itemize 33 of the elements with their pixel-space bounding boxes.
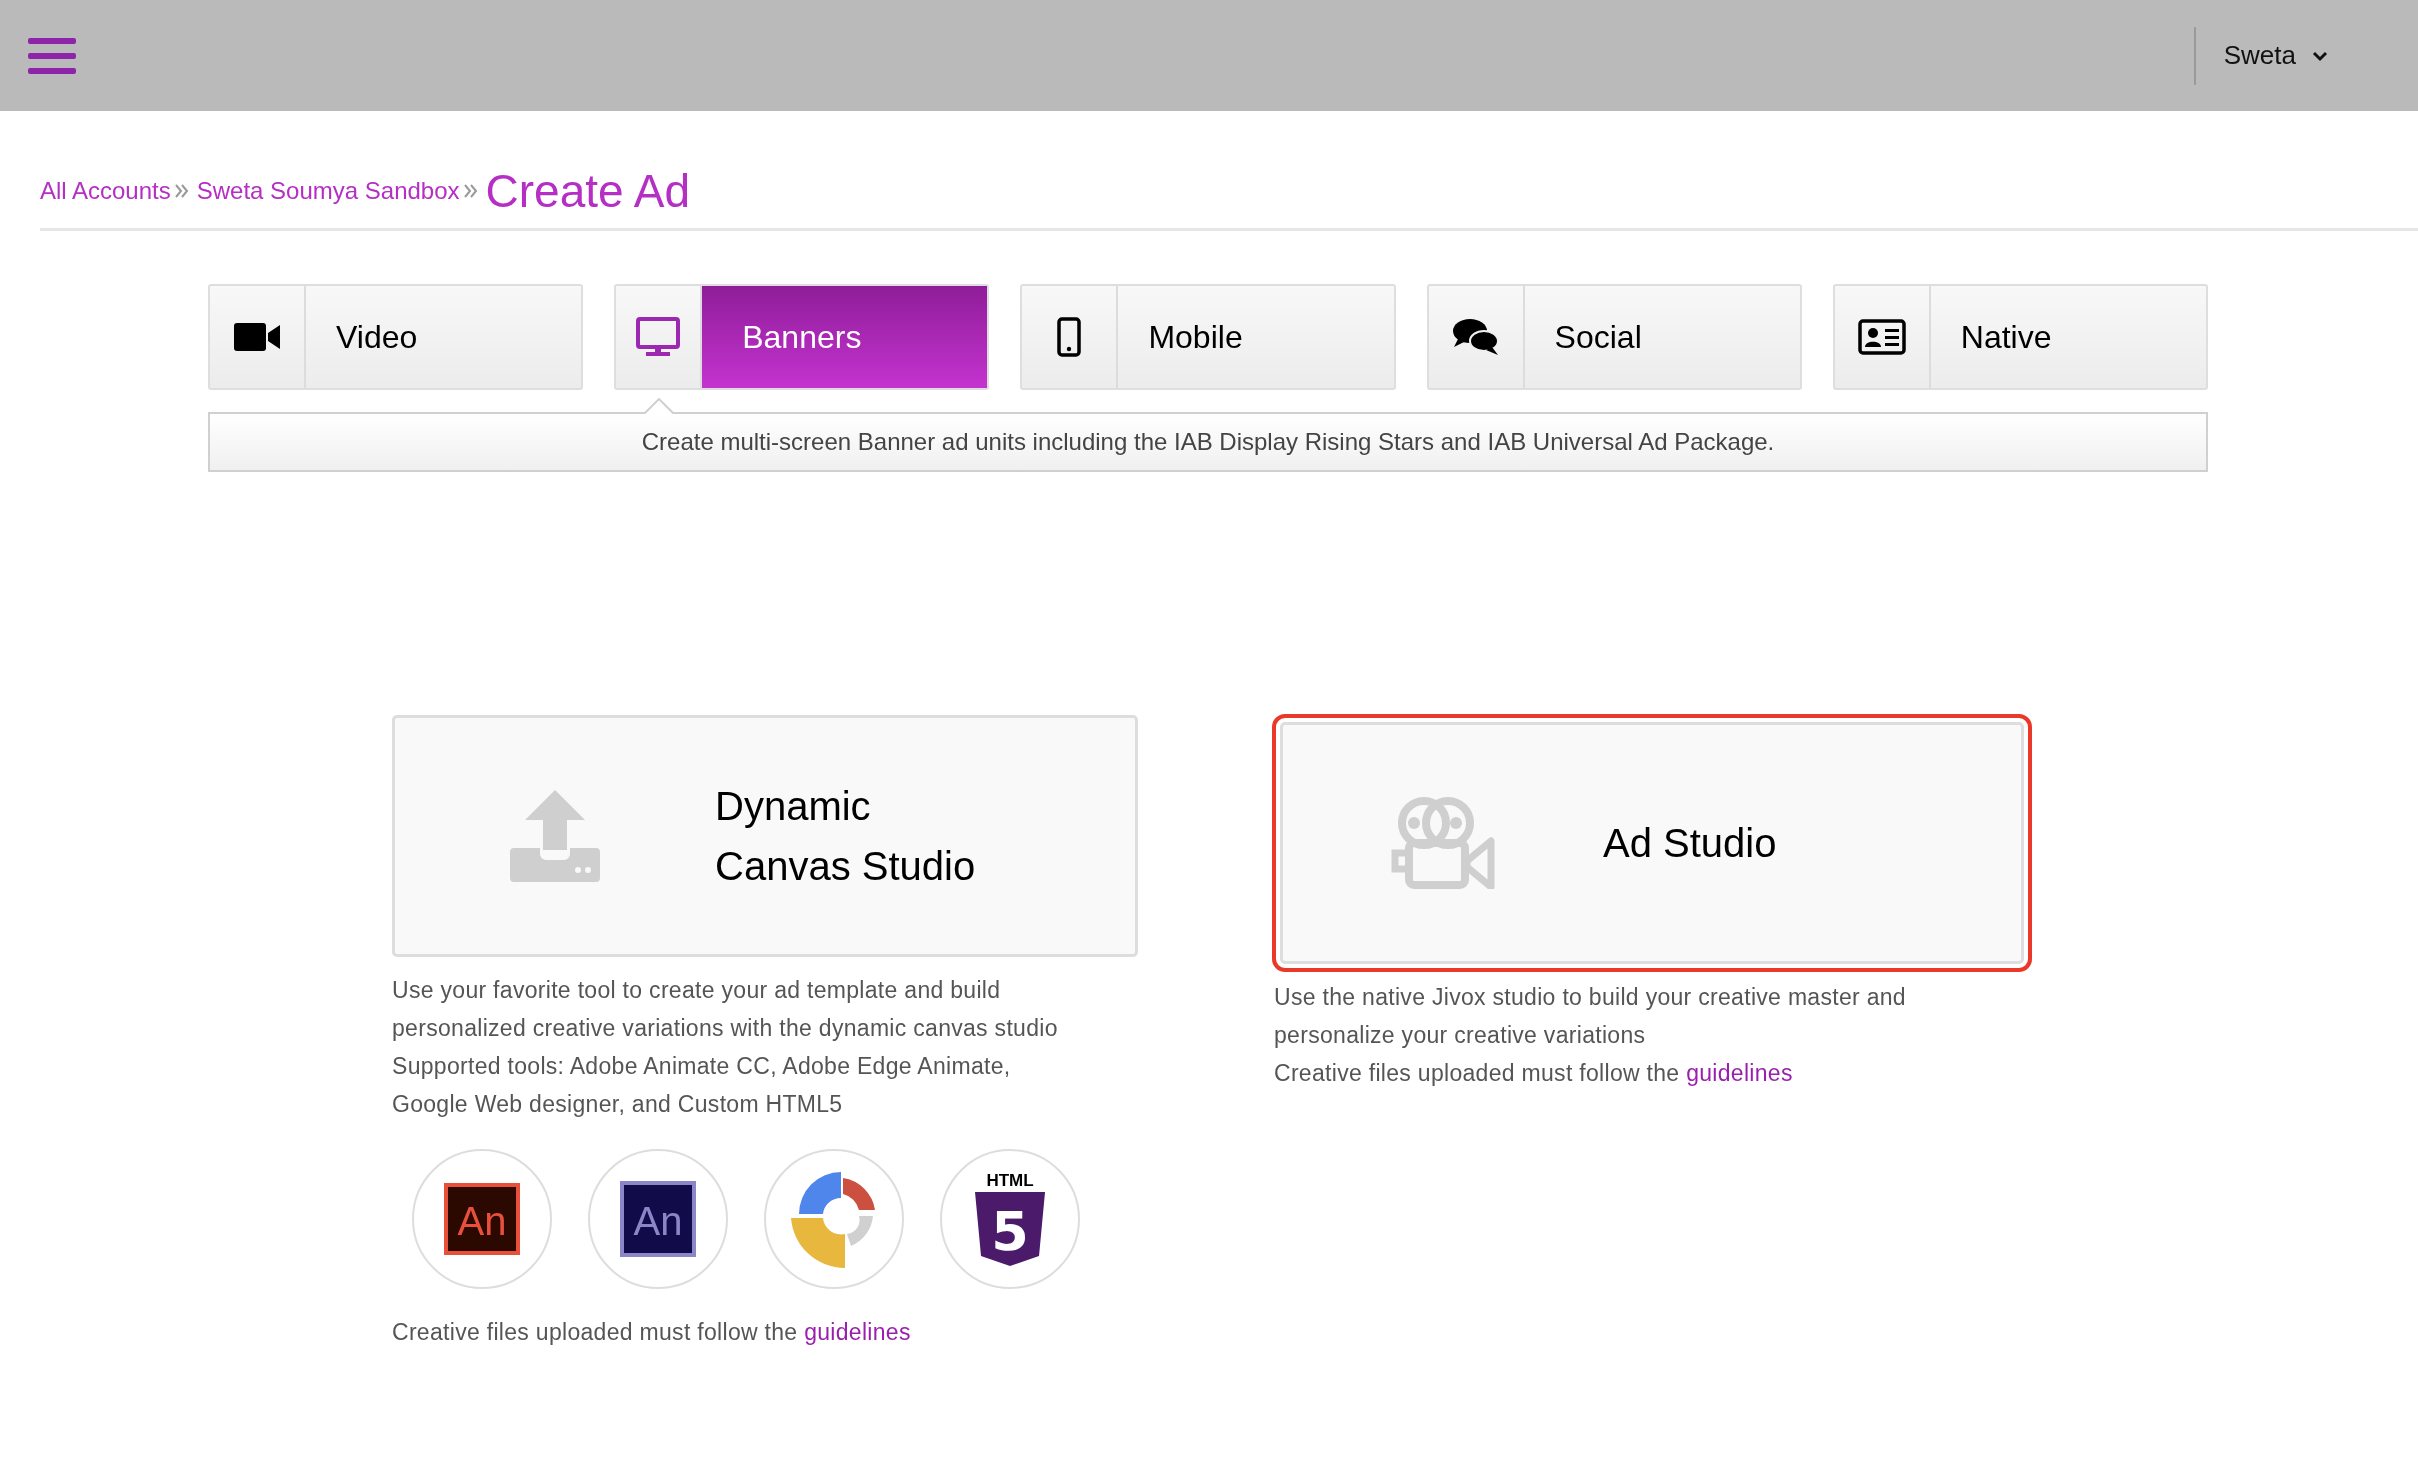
user-menu[interactable]: Sweta [2193,26,2418,85]
chat-bubbles-icon [1451,317,1500,357]
studio-card[interactable]: Dynamic Canvas Studio [392,715,1138,957]
double-chevron-icon [174,182,189,199]
guidelines-link[interactable]: guidelines [1686,1060,1793,1086]
phone-icon [1057,317,1082,357]
double-chevron-icon [463,182,478,199]
chevron-down-icon [2312,49,2328,62]
menu-button[interactable] [28,35,76,76]
breadcrumb-link[interactable]: All Accounts [40,172,171,209]
guideline-note: Creative files uploaded must follow the guidelines [1274,1059,1794,1088]
card-title: Ad Studio [1603,820,1777,867]
movie-camera-icon [1391,797,1495,889]
tab[interactable]: Native [1832,284,2208,390]
tool-logo: An [588,1149,728,1289]
monitor-icon [636,317,681,357]
tab[interactable]: Social [1426,284,1802,390]
tool-logo: HTML 5 [940,1149,1080,1289]
upload-icon [510,790,600,882]
video-camera-icon [234,323,280,351]
tool-logo: An [412,1149,552,1289]
tab-description: Create multi-screen Banner ad units including the IAB Display Rising Stars and IAB Universal Ad Package. [641,427,1775,457]
tab[interactable]: Mobile [1020,284,1396,390]
card-description: Use your favorite tool to create your ad template and build personalized creative variations with the dynamic canvas studio Supported tools: Adobe Animate CC, Adobe Edge Animate, Google Web designer, and Custom HTML5 [392,976,1059,1119]
guidelines-link[interactable]: guidelines [804,1319,911,1345]
tab[interactable]: Banners [614,284,990,390]
id-card-icon [1857,319,1906,355]
breadcrumb-link[interactable]: Sweta Soumya Sandbox [196,172,460,209]
card-description: Use the native Jivox studio to build your creative master and personalize your creative variations [1274,983,1907,1050]
guideline-note: Creative files uploaded must follow the guidelines [392,1318,912,1347]
tab[interactable]: Video [208,284,584,390]
page-title: Create Ad [485,167,691,214]
card-title: Dynamic Canvas Studio [715,783,976,890]
